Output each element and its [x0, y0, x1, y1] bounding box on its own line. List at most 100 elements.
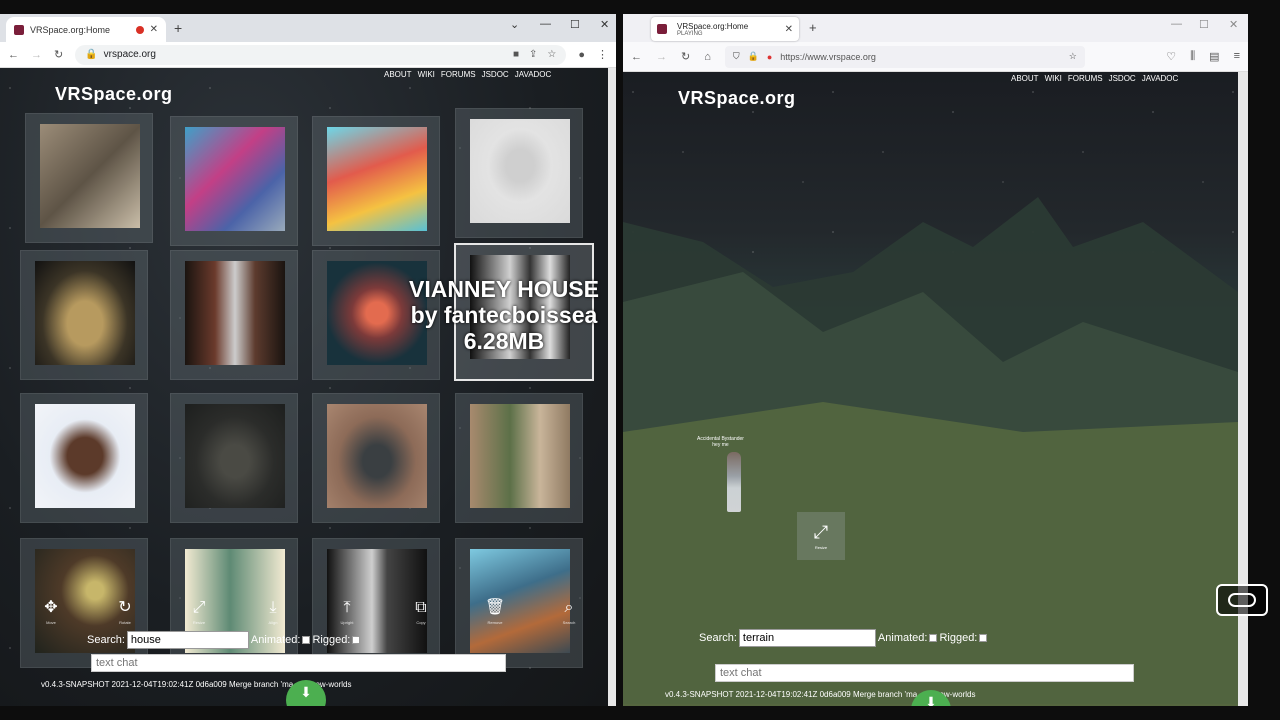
- search-row: Search: Animated: Rigged:: [699, 629, 988, 647]
- nav-forums[interactable]: FORUMS: [441, 70, 476, 79]
- tab-search-icon[interactable]: ⌄: [510, 18, 519, 31]
- vrspace-scene-gallery[interactable]: ABOUT WIKI FORUMS JSDOC JAVADOC VRSpace.…: [0, 68, 608, 706]
- align-button[interactable]: ⤓ Align: [242, 592, 304, 632]
- firefox-tab-status: PLAYING: [677, 30, 703, 37]
- animated-checkbox[interactable]: [302, 636, 311, 644]
- vr-headset-button[interactable]: [1216, 584, 1268, 616]
- model-tile[interactable]: [455, 393, 583, 523]
- chrome-toolbar: ← → ↻ 🔒 vrspace.org ■ ⇪ ☆ ● ⋮: [0, 42, 616, 68]
- firefox-tab-bar: VRSpace.org:Home PLAYING ✕ + — ☐ ✕: [623, 14, 1248, 42]
- chat-input[interactable]: [715, 664, 1134, 682]
- lock-icon: 🔒: [747, 51, 759, 61]
- minimize-icon[interactable]: —: [1171, 18, 1182, 30]
- nav-jsdoc[interactable]: JSDOC: [482, 70, 509, 79]
- move-button[interactable]: ✥ Move: [20, 592, 82, 632]
- model-tile[interactable]: [312, 116, 440, 246]
- sidebar-icon[interactable]: ▤: [1209, 50, 1219, 63]
- brand-logo[interactable]: VRSpace.org: [55, 84, 173, 105]
- close-window-icon[interactable]: ✕: [1229, 18, 1238, 31]
- nav-about[interactable]: ABOUT: [384, 70, 412, 79]
- search-icon: ⌕: [564, 598, 574, 616]
- reload-icon[interactable]: ↻: [54, 48, 63, 61]
- rotate-button[interactable]: ↻ Rotate: [94, 592, 156, 632]
- close-window-icon[interactable]: ✕: [600, 18, 609, 31]
- bookmark-star-icon[interactable]: ☆: [547, 49, 556, 60]
- search-button[interactable]: ⌕ Search: [538, 592, 600, 632]
- nav-forums[interactable]: FORUMS: [1068, 74, 1103, 83]
- model-tile[interactable]: [20, 250, 148, 380]
- maximize-icon[interactable]: ☐: [570, 18, 580, 31]
- search-input[interactable]: [738, 629, 876, 647]
- vrspace-scene-terrain[interactable]: ABOUT WIKI FORUMS JSDOC JAVADOC VRSpace.…: [623, 72, 1238, 706]
- scrollbar[interactable]: [608, 68, 616, 706]
- firefox-tab[interactable]: VRSpace.org:Home PLAYING ✕: [651, 17, 799, 41]
- home-icon[interactable]: ⌂: [704, 51, 711, 63]
- trash-icon: 🗑: [484, 598, 506, 616]
- animated-label: Animated:: [877, 632, 928, 644]
- profile-icon[interactable]: ●: [578, 49, 585, 61]
- bookmark-star-icon[interactable]: ☆: [1069, 51, 1077, 62]
- chrome-tab-title: VRSpace.org:Home: [30, 24, 111, 35]
- edit-toolbar: ✥ Move ↻ Rotate ⤢ Resize ⤓ Align ⤒ Upright ⧉ C…: [20, 592, 600, 632]
- animated-label: Animated:: [250, 634, 301, 646]
- firefox-window: VRSpace.org:Home PLAYING ✕ + — ☐ ✕ ← → ↻…: [623, 14, 1248, 706]
- resize-button[interactable]: ⤢ Resize: [168, 592, 230, 632]
- forward-icon[interactable]: →: [31, 49, 42, 61]
- model-tile[interactable]: [170, 250, 298, 380]
- model-tile[interactable]: [312, 393, 440, 523]
- nav-wiki[interactable]: WIKI: [418, 70, 435, 79]
- model-tile[interactable]: [455, 108, 583, 238]
- library-icon[interactable]: ⫼: [1190, 50, 1195, 63]
- model-tile[interactable]: [170, 393, 298, 523]
- menu-icon[interactable]: ≡: [1234, 50, 1240, 63]
- chrome-tab[interactable]: VRSpace.org:Home ✕: [6, 17, 166, 42]
- selected-model-size: 6.28MB: [463, 328, 545, 354]
- model-tile[interactable]: [20, 393, 148, 523]
- new-tab-icon[interactable]: +: [174, 20, 182, 36]
- nav-wiki[interactable]: WIKI: [1045, 74, 1062, 83]
- close-tab-icon[interactable]: ✕: [150, 24, 158, 35]
- forward-icon[interactable]: →: [656, 51, 667, 63]
- address-bar[interactable]: ⛉ 🔒 ● https://www.vrspace.org ☆: [724, 45, 1085, 68]
- search-label: Search:: [87, 634, 125, 646]
- rigged-checkbox[interactable]: [979, 634, 988, 642]
- model-tile[interactable]: [170, 116, 298, 246]
- resize-icon: ⤢: [813, 522, 829, 542]
- pocket-icon[interactable]: ♡: [1166, 50, 1176, 63]
- resize-icon: ⤢: [192, 598, 206, 616]
- top-nav: ABOUT WIKI FORUMS JSDOC JAVADOC: [1011, 74, 1178, 83]
- copy-icon: ⧉: [415, 598, 427, 616]
- close-tab-icon[interactable]: ✕: [785, 24, 793, 35]
- back-icon[interactable]: ←: [8, 49, 19, 61]
- nav-javadoc[interactable]: JAVADOC: [1142, 74, 1179, 83]
- back-icon[interactable]: ←: [631, 51, 642, 63]
- resize-button[interactable]: ⤢ Resize: [797, 512, 845, 560]
- mountain-terrain: [623, 197, 1238, 704]
- chat-input[interactable]: [91, 654, 506, 672]
- menu-icon[interactable]: ⋮: [597, 48, 608, 61]
- nav-about[interactable]: ABOUT: [1011, 74, 1039, 83]
- selected-model-author: by fantecboissea: [410, 302, 598, 328]
- chrome-window: VRSpace.org:Home ✕ + ⌄ — ☐ ✕ ← → ↻ 🔒 vrs…: [0, 14, 616, 706]
- minimize-icon[interactable]: —: [540, 18, 551, 30]
- nav-jsdoc[interactable]: JSDOC: [1109, 74, 1136, 83]
- copy-button[interactable]: ⧉ Copy: [390, 592, 452, 632]
- brand-logo[interactable]: VRSpace.org: [678, 88, 796, 109]
- address-bar[interactable]: 🔒 vrspace.org ■ ⇪ ☆: [75, 44, 567, 65]
- rigged-checkbox[interactable]: [352, 636, 361, 644]
- upright-button[interactable]: ⤒ Upright: [316, 592, 378, 632]
- animated-checkbox[interactable]: [929, 634, 938, 642]
- search-label: Search:: [699, 632, 737, 644]
- search-input[interactable]: [126, 631, 249, 649]
- share-icon[interactable]: ⇪: [529, 49, 537, 60]
- nav-javadoc[interactable]: JAVADOC: [515, 70, 552, 79]
- maximize-icon[interactable]: ☐: [1199, 18, 1209, 31]
- avatar[interactable]: [727, 452, 741, 512]
- camera-icon[interactable]: ■: [513, 49, 519, 60]
- search-row: Search: Animated: Rigged:: [87, 631, 361, 649]
- reload-icon[interactable]: ↻: [681, 50, 690, 63]
- selected-model-name: VIANNEY HOUSE: [408, 276, 599, 302]
- remove-button[interactable]: 🗑 Remove: [464, 592, 526, 632]
- new-tab-icon[interactable]: +: [809, 20, 817, 35]
- model-tile[interactable]: [25, 113, 153, 243]
